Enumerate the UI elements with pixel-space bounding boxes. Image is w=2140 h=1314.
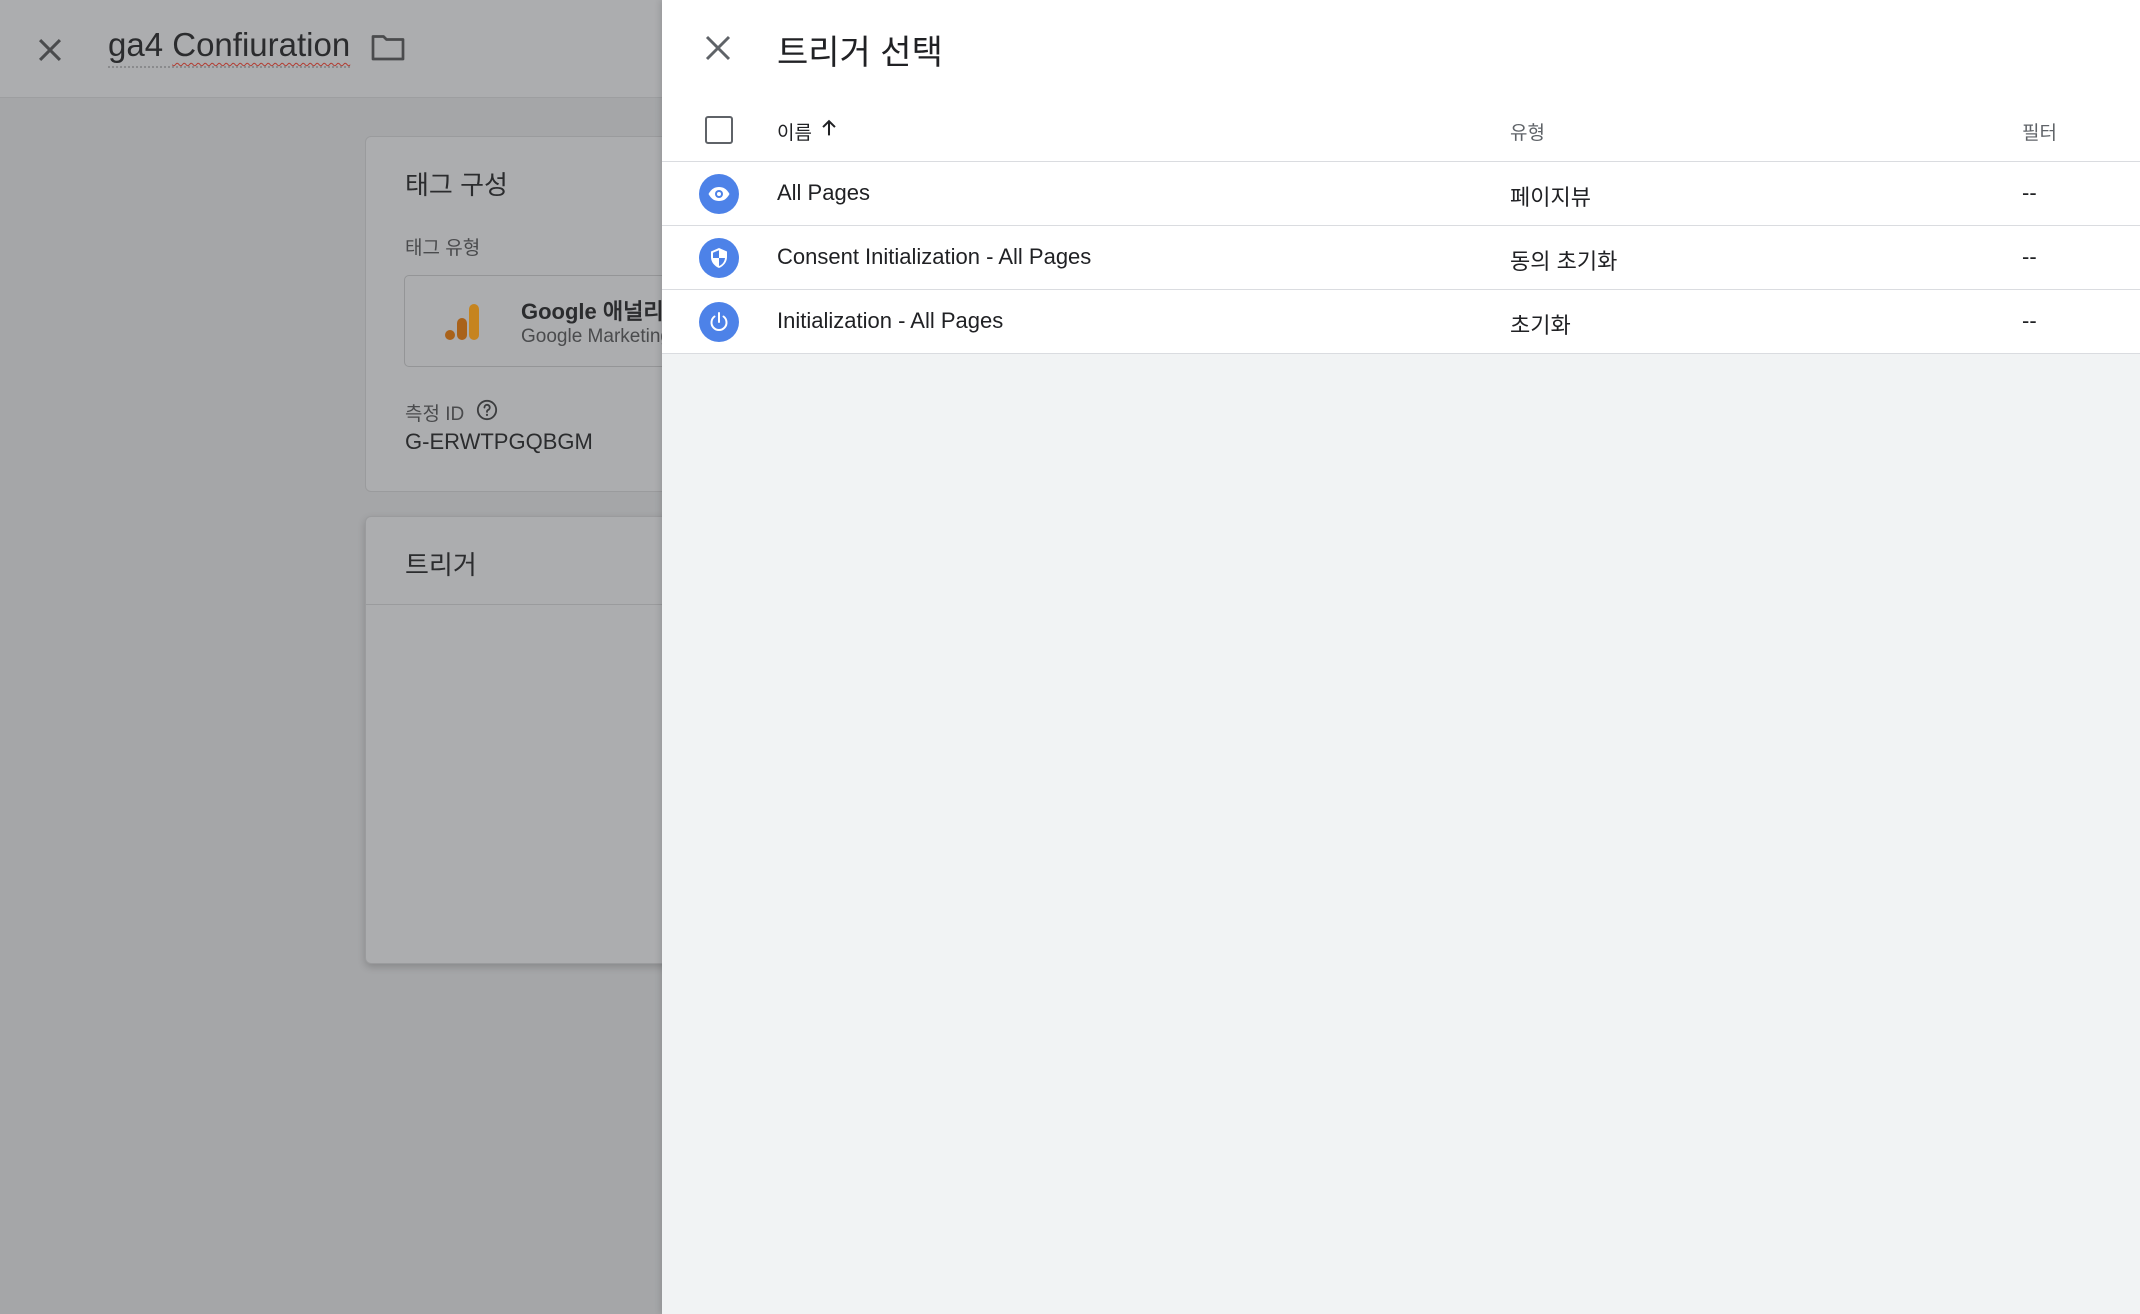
table-header: 이름 유형 필터 — [662, 96, 2140, 162]
trigger-row-all-pages[interactable]: All Pages 페이지뷰 -- — [662, 162, 2140, 226]
panel-header: 트리거 선택 — [662, 0, 2140, 96]
tag-type-label: 태그 유형 — [405, 238, 481, 259]
trigger-type: 페이지뷰 — [1510, 185, 1591, 210]
editor-close-button[interactable] — [28, 28, 72, 72]
trigger-name: All Pages — [777, 180, 870, 205]
trigger-filter: -- — [2022, 244, 2037, 269]
trigger-row-initialization[interactable]: Initialization - All Pages 초기화 -- — [662, 290, 2140, 354]
help-icon[interactable] — [476, 399, 498, 421]
trigger-name: Consent Initialization - All Pages — [777, 244, 1092, 269]
tag-type-subtitle: Google Marketing — [521, 326, 671, 347]
panel-title: 트리거 선택 — [777, 34, 943, 72]
shield-icon — [699, 238, 739, 278]
tag-name-part2: Confiuration — [172, 26, 351, 63]
measurement-id-label: 측정 ID — [405, 404, 465, 425]
panel-close-button[interactable] — [696, 26, 740, 70]
triggering-title: 트리거 — [405, 550, 477, 580]
tag-configuration-title: 태그 구성 — [405, 170, 508, 200]
choose-trigger-panel: 트리거 선택 이름 유형 필터 All Pages 페이지뷰 -- Consen… — [662, 0, 2140, 1314]
close-icon — [38, 38, 62, 62]
sort-ascending-icon[interactable] — [818, 116, 840, 140]
trigger-filter: -- — [2022, 180, 2037, 205]
google-analytics-icon — [445, 304, 479, 340]
measurement-id-value: G-ERWTPGQBGM — [405, 429, 593, 454]
trigger-filter: -- — [2022, 308, 2037, 333]
trigger-type: 초기화 — [1510, 313, 1571, 338]
tag-type-name: Google 애널리틱 — [521, 299, 684, 324]
tag-name-field[interactable]: ga4 Confiuration — [108, 26, 351, 68]
column-header-type[interactable]: 유형 — [1510, 118, 1545, 145]
select-all-checkbox[interactable] — [705, 116, 733, 144]
trigger-row-consent-initialization[interactable]: Consent Initialization - All Pages 동의 초기… — [662, 226, 2140, 290]
eye-icon — [699, 174, 739, 214]
trigger-table: 이름 유형 필터 All Pages 페이지뷰 -- Consent Initi… — [662, 96, 2140, 354]
trigger-name: Initialization - All Pages — [777, 308, 1004, 333]
column-header-name[interactable]: 이름 — [777, 118, 812, 145]
folder-icon[interactable] — [370, 32, 406, 62]
tag-name-part1: ga4 — [108, 26, 173, 63]
trigger-type: 동의 초기화 — [1510, 249, 1618, 274]
close-icon — [705, 35, 731, 61]
power-icon — [699, 302, 739, 342]
column-header-filter[interactable]: 필터 — [2022, 118, 2057, 145]
